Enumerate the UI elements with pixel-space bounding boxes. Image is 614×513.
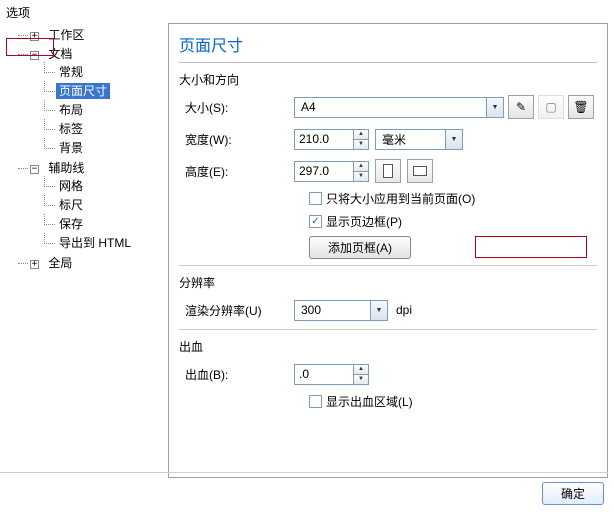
tree-item-general[interactable]: 常规 — [56, 64, 86, 80]
save-icon: ✎ — [516, 100, 526, 114]
dpi-label: dpi — [388, 303, 412, 317]
tree-item-global[interactable]: 全局 — [45, 255, 75, 271]
portrait-icon — [383, 164, 393, 178]
bleed-spin-down[interactable]: ▼ — [353, 374, 369, 385]
chevron-down-icon: ▼ — [370, 301, 387, 320]
bleed-label: 出血(B): — [179, 366, 294, 383]
tree-item-save[interactable]: 保存 — [56, 216, 86, 232]
orientation-landscape-button[interactable] — [407, 159, 433, 183]
group-size-orientation: 大小和方向 — [179, 69, 597, 94]
height-label: 高度(E): — [179, 163, 294, 180]
ok-button[interactable]: 确定 — [542, 482, 604, 505]
bleed-spin-up[interactable]: ▲ — [353, 364, 369, 374]
tree-item-labels[interactable]: 标签 — [56, 121, 86, 137]
tree-panel: + 工作区 − 文档 常规 页面尺寸 布局 标签 背景 − 辅助 — [0, 23, 168, 478]
tree-item-background[interactable]: 背景 — [56, 140, 86, 156]
chevron-down-icon: ▼ — [486, 98, 503, 117]
width-label: 宽度(W): — [179, 131, 294, 148]
content-panel: 页面尺寸 大小和方向 大小(S): A4 ▼ ✎ ▢ 🗑 宽度(W): — [168, 23, 608, 478]
expand-workspace-icon[interactable]: + — [30, 32, 39, 41]
show-bleed-label: 显示出血区域(L) — [326, 393, 413, 410]
size-label: 大小(S): — [179, 99, 294, 116]
tree-item-guides[interactable]: 辅助线 — [45, 160, 87, 176]
show-bleed-checkbox[interactable] — [309, 395, 322, 408]
group-bleed: 出血 — [179, 336, 597, 361]
collapse-guides-icon[interactable]: − — [30, 165, 39, 174]
add-page-frame-button[interactable]: 添加页框(A) — [309, 236, 411, 259]
window-title: 选项 — [0, 0, 614, 23]
expand-global-icon[interactable]: + — [30, 260, 39, 269]
tree-item-grid[interactable]: 网格 — [56, 178, 86, 194]
landscape-icon — [413, 166, 427, 176]
width-spin-down[interactable]: ▼ — [353, 139, 369, 150]
tree-item-page-size[interactable]: 页面尺寸 — [56, 83, 110, 99]
width-input[interactable] — [294, 129, 354, 150]
height-spin-up[interactable]: ▲ — [353, 161, 369, 171]
page-icon: ▢ — [545, 100, 556, 114]
apply-current-checkbox[interactable] — [309, 192, 322, 205]
width-spin-up[interactable]: ▲ — [353, 129, 369, 139]
height-spin-down[interactable]: ▼ — [353, 171, 369, 182]
tree-item-document[interactable]: 文档 — [45, 46, 75, 62]
render-res-label: 渲染分辨率(U) — [179, 302, 294, 319]
tree-item-workspace[interactable]: 工作区 — [45, 27, 87, 43]
tree-item-export-html[interactable]: 导出到 HTML — [56, 235, 134, 251]
collapse-document-icon[interactable]: − — [30, 51, 39, 60]
page-presets-button[interactable]: ▢ — [538, 95, 564, 119]
width-unit-value: 毫米 — [376, 131, 445, 148]
group-resolution: 分辨率 — [179, 272, 597, 297]
orientation-portrait-button[interactable] — [375, 159, 401, 183]
render-res-value: 300 — [295, 303, 370, 317]
tree-item-rulers[interactable]: 标尺 — [56, 197, 86, 213]
width-unit-combo[interactable]: 毫米 ▼ — [375, 129, 463, 150]
size-combo[interactable]: A4 ▼ — [294, 97, 504, 118]
delete-preset-button[interactable]: 🗑 — [568, 95, 594, 119]
show-border-label: 显示页边框(P) — [326, 213, 402, 230]
height-input[interactable] — [294, 161, 354, 182]
chevron-down-icon: ▼ — [445, 130, 462, 149]
tree-item-layout[interactable]: 布局 — [56, 102, 86, 118]
show-border-checkbox[interactable] — [309, 215, 322, 228]
bleed-input[interactable] — [294, 364, 354, 385]
page-heading: 页面尺寸 — [169, 24, 607, 62]
trash-icon: 🗑 — [573, 100, 588, 114]
render-res-combo[interactable]: 300 ▼ — [294, 300, 388, 321]
apply-current-label: 只将大小应用到当前页面(O) — [326, 190, 475, 207]
save-preset-button[interactable]: ✎ — [508, 95, 534, 119]
size-value: A4 — [295, 100, 486, 114]
